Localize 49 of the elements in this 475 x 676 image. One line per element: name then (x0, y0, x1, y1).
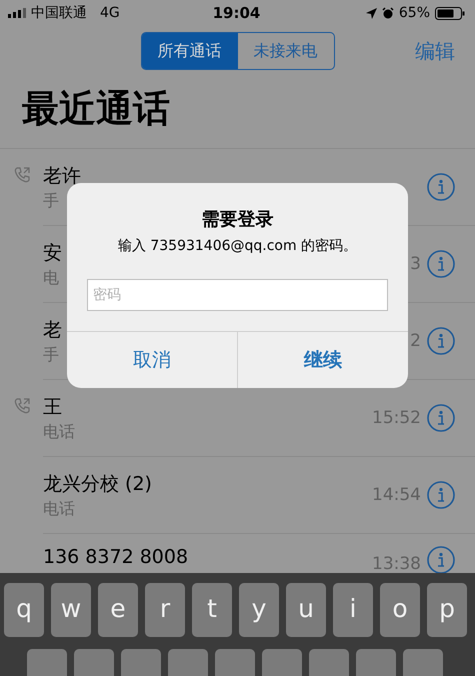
keyboard-key[interactable]: w (51, 583, 91, 637)
dialog-title: 需要登录 (202, 208, 274, 231)
battery-percent: 65% (398, 5, 430, 21)
call-time: 14:54 (372, 485, 421, 505)
contact-name: 安 (43, 240, 62, 266)
call-time: 3 (410, 254, 421, 274)
call-type: 手 (43, 190, 59, 212)
info-icon[interactable] (427, 250, 455, 278)
segment-tab[interactable]: 所有通话 (142, 33, 238, 69)
call-time: 2 (410, 331, 421, 351)
call-type: 手 (43, 344, 59, 366)
alarm-icon (382, 7, 394, 19)
page-title: 最近通话 (21, 86, 171, 132)
status-time: 19:04 (212, 4, 260, 22)
keyboard-key[interactable]: e (98, 583, 138, 637)
call-type: 电 (43, 268, 59, 288)
contact-name: 龙兴分校 (2) (43, 472, 152, 496)
keyboard-key[interactable]: o (380, 583, 420, 637)
keyboard-key[interactable]: q (4, 583, 44, 637)
info-icon[interactable] (427, 173, 455, 201)
segment-tab[interactable]: 未接来电 (238, 33, 334, 69)
dialog-message: 输入 735931406@qq.com 的密码。 (118, 237, 358, 255)
keyboard-key[interactable]: i (333, 583, 373, 637)
info-icon[interactable] (427, 327, 455, 355)
keyboard-key[interactable]: y (239, 583, 279, 637)
network-type: 4G (100, 5, 120, 21)
info-icon[interactable] (427, 546, 455, 573)
call-time: 15:52 (372, 408, 421, 428)
edit-button[interactable]: 编辑 (415, 38, 455, 65)
contact-name: 老许 (43, 164, 81, 188)
contact-name: 136 8372 8008 (43, 546, 188, 568)
location-icon (366, 8, 377, 18)
keyboard-key[interactable]: p (427, 583, 467, 637)
signal-icon (8, 8, 26, 18)
call-type: 电话 (43, 498, 75, 520)
keyboard-key[interactable]: r (145, 583, 185, 637)
call-type: 电话 (43, 422, 75, 442)
contact-name: 老 (43, 318, 62, 342)
continue-button[interactable]: 继续 (237, 332, 408, 388)
info-icon[interactable] (427, 481, 455, 509)
info-icon[interactable] (427, 404, 455, 432)
call-time: 13:38 (372, 554, 421, 573)
keyboard-key[interactable]: u (286, 583, 326, 637)
contact-name: 王 (43, 394, 62, 420)
password-field[interactable]: 密码 (87, 279, 388, 311)
battery-icon (435, 6, 465, 20)
cancel-button[interactable]: 取消 (67, 332, 237, 388)
carrier-name: 中国联通 (31, 4, 87, 22)
keyboard-key[interactable]: t (192, 583, 232, 637)
